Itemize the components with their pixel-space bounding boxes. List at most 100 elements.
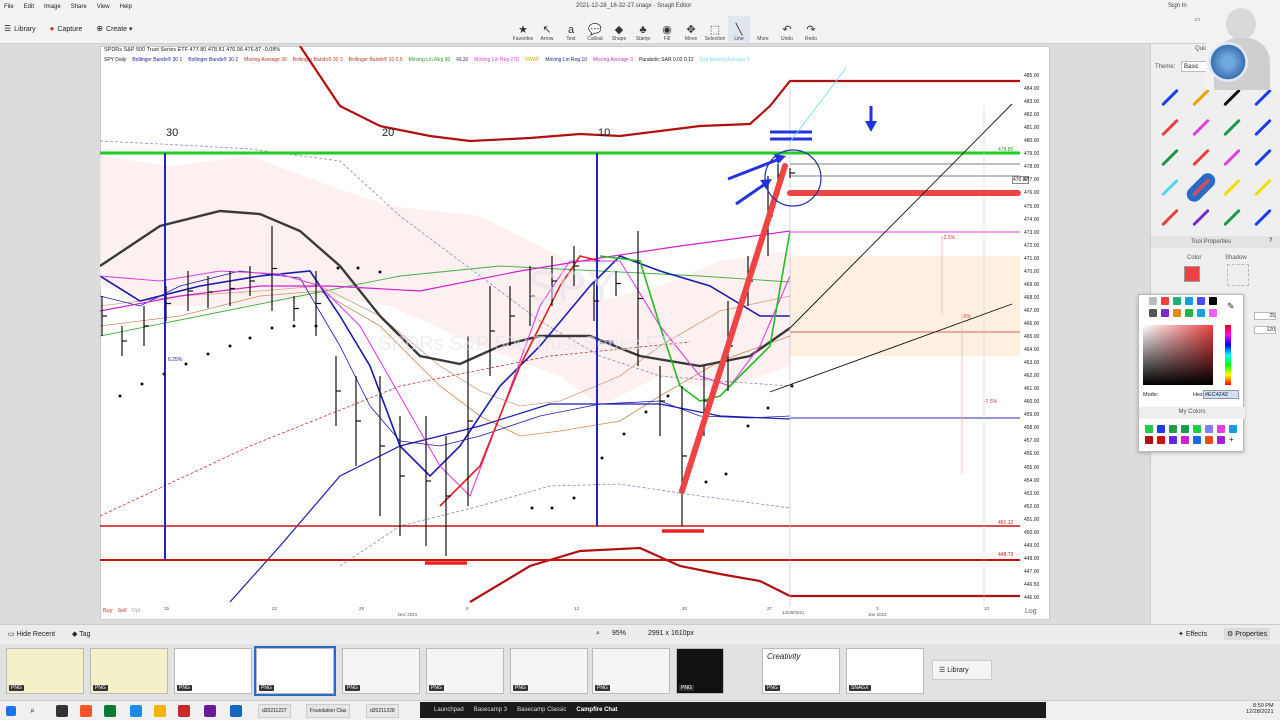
snagit-icon[interactable] [178,705,190,717]
my-color-swatch[interactable] [1169,425,1177,433]
recent-thumbnail[interactable]: PNG [676,648,724,694]
my-color-swatch[interactable] [1169,436,1177,444]
hue-slider[interactable] [1225,325,1231,385]
tool-move[interactable]: ✥ Move [680,16,702,42]
my-color-swatch[interactable] [1145,425,1153,433]
my-color-swatch[interactable] [1157,436,1165,444]
color-swatch[interactable] [1209,297,1217,305]
quick-style-pen[interactable] [1161,88,1179,107]
quick-style-pen[interactable] [1161,178,1179,197]
quick-style-pen[interactable] [1161,118,1179,137]
color-swatch-button[interactable] [1184,266,1200,282]
tool-arrow[interactable]: ↖ Arrow [536,16,558,42]
app-icon[interactable] [230,705,242,717]
size-field[interactable]: 120 [1254,326,1276,334]
recent-thumbnail[interactable]: PNG [174,648,252,694]
recent-thumbnail[interactable]: PNG [254,646,336,696]
xbox-icon[interactable] [104,705,116,717]
create-button[interactable]: ⊕ Create ▾ [96,24,132,33]
quick-style-pen[interactable] [1223,208,1241,227]
capture-button[interactable]: ● Capture [50,24,83,33]
my-color-swatch[interactable] [1181,436,1189,444]
color-swatch[interactable] [1149,309,1157,317]
saturation-field[interactable] [1143,325,1213,385]
library-button[interactable]: ☰ Library [4,24,36,33]
buy-button[interactable]: Buy [103,608,112,614]
recent-thumbnail[interactable]: SNAGX [846,648,924,694]
my-color-swatch[interactable] [1217,425,1225,433]
size-field[interactable]: 25 [1254,312,1276,320]
launchpad-link[interactable]: Launchpad [434,707,464,713]
help-icon[interactable]: ? [1269,238,1272,244]
search-icon[interactable]: ⌕ [30,705,35,716]
menu-file[interactable]: File [4,4,14,10]
menu-edit[interactable]: Edit [24,4,34,10]
color-swatch[interactable] [1185,297,1193,305]
tool-text[interactable]: a Text [560,16,582,42]
tool-undo[interactable]: ↶ Undo [776,16,798,42]
taskbar-tab[interactable]: d20211227 [258,704,291,718]
app-icon[interactable] [204,705,216,717]
tool-selection[interactable]: ⬚ Selection [704,16,726,42]
basecamp3-link[interactable]: Basecamp 3 [474,707,507,713]
recent-thumbnail[interactable]: PNG [510,648,588,694]
quick-style-pen[interactable] [1161,148,1179,167]
minimize-icon[interactable]: ▭ [1194,16,1200,23]
brave-icon[interactable] [80,705,92,717]
tool-callout[interactable]: 💬 Callout [584,16,606,42]
quick-style-pen[interactable] [1254,178,1272,197]
quick-style-pen[interactable] [1192,148,1210,167]
tool-stamp[interactable]: ♣ Stamp [632,16,654,42]
my-color-swatch[interactable] [1145,436,1153,444]
color-swatch[interactable] [1185,309,1193,317]
recent-thumbnail[interactable]: PNG [6,648,84,694]
my-color-swatch[interactable] [1181,425,1189,433]
menu-view[interactable]: View [97,4,110,10]
edge-icon[interactable] [130,705,142,717]
color-swatch[interactable] [1197,309,1205,317]
image-dimensions[interactable]: 2991 x 1610px [648,630,694,637]
my-color-swatch[interactable] [1193,436,1201,444]
opt-button[interactable]: Opt [132,608,141,614]
tool-fill[interactable]: ◉ Fill [656,16,678,42]
recent-thumbnail[interactable]: Creativity PNG [762,648,840,694]
recent-thumbnail[interactable]: PNG [90,648,168,694]
color-swatch[interactable] [1161,309,1169,317]
tool-line[interactable]: ╲ Line [728,16,750,42]
menu-share[interactable]: Share [71,4,87,10]
add-color-icon[interactable]: + [1229,435,1234,444]
log-toggle[interactable]: Log [1025,608,1037,615]
recent-thumbnail[interactable]: PNG [426,648,504,694]
color-swatch[interactable] [1173,309,1181,317]
library-tray-button[interactable]: ☰ Library [932,660,992,680]
quick-style-pen[interactable] [1254,148,1272,167]
color-swatch[interactable] [1173,297,1181,305]
windows-start-icon[interactable] [6,706,16,716]
effects-button[interactable]: ✦ Effects [1178,630,1207,638]
basecamp-classic-link[interactable]: Basecamp Classic [517,707,566,713]
task-view-icon[interactable] [56,705,68,717]
my-color-swatch[interactable] [1157,425,1165,433]
taskbar-tab[interactable]: d20211228 [366,704,399,718]
color-swatch[interactable] [1209,309,1217,317]
quick-style-pen[interactable] [1192,88,1210,107]
quick-style-pen[interactable] [1192,118,1210,137]
eyedropper-icon[interactable]: ✎ [1227,301,1235,312]
quick-style-pen[interactable] [1161,208,1179,227]
recent-thumbnail[interactable]: PNG [592,648,670,694]
my-color-swatch[interactable] [1205,425,1213,433]
color-swatch[interactable] [1161,297,1169,305]
tool-more[interactable]: More [752,16,774,42]
quick-style-pen[interactable] [1254,118,1272,137]
tag-button[interactable]: ◆ Tag [72,630,91,638]
hex-input[interactable]: #EC4242 [1203,390,1239,399]
folder-icon[interactable] [154,705,166,717]
my-color-swatch[interactable] [1217,436,1225,444]
shadow-picker[interactable] [1227,264,1249,286]
sell-button[interactable]: Sell [117,608,126,614]
quick-style-pen[interactable] [1223,148,1241,167]
my-color-swatch[interactable] [1229,425,1237,433]
taskbar-tab[interactable]: Foundation Clas [306,704,351,718]
color-swatch[interactable] [1149,297,1157,305]
sign-in-link[interactable]: Sign In [1168,3,1187,9]
